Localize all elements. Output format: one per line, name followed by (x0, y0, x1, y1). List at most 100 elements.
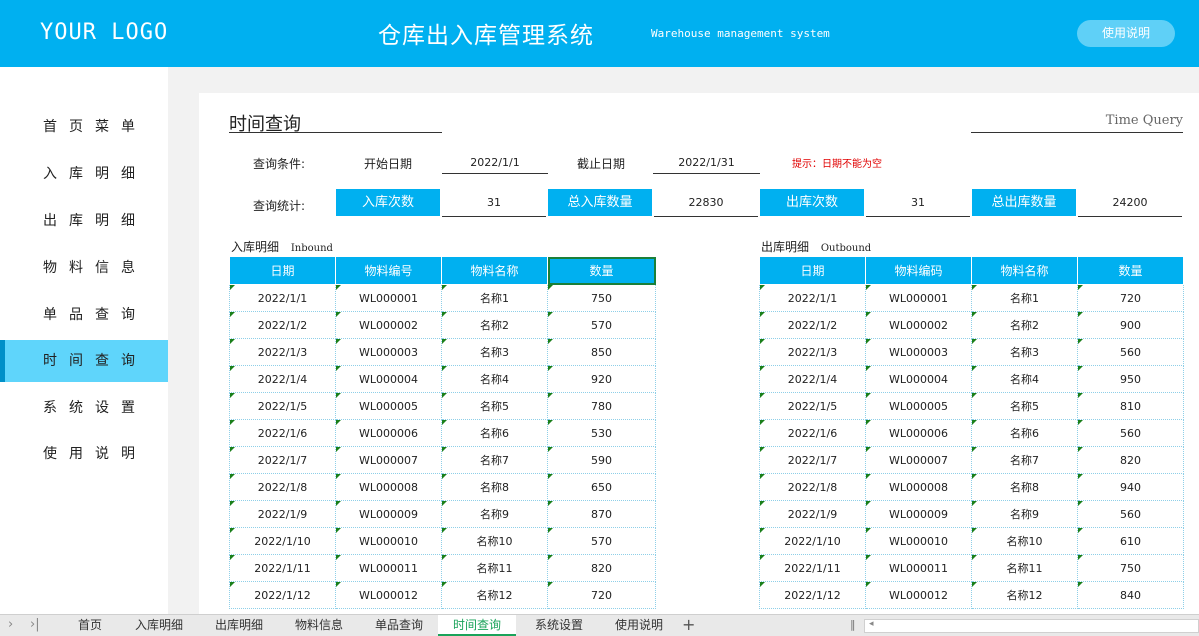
sidebar-item-outbound[interactable]: 出库明细 (0, 200, 168, 242)
cell-date[interactable]: 2022/1/5 (759, 392, 866, 420)
cell-qty[interactable]: 610 (1077, 527, 1184, 555)
cell-code[interactable]: WL000008 (865, 473, 972, 501)
cell-name[interactable]: 名称9 (971, 500, 1078, 528)
end-date-field[interactable]: 2022/1/31 (653, 153, 760, 174)
cell-qty[interactable]: 820 (547, 554, 656, 582)
cell-date[interactable]: 2022/1/3 (229, 338, 336, 366)
sidebar-item-help[interactable]: 使用说明 (0, 433, 168, 475)
cell-name[interactable]: 名称6 (971, 419, 1078, 447)
cell-name[interactable]: 名称5 (441, 392, 548, 420)
horizontal-scrollbar[interactable]: ◂ (864, 619, 1199, 633)
cell-code[interactable]: WL000005 (865, 392, 972, 420)
tab-home[interactable]: 首页 (64, 615, 116, 636)
cell-qty[interactable]: 810 (1077, 392, 1184, 420)
cell-qty[interactable]: 570 (547, 527, 656, 555)
cell-code[interactable]: WL000011 (865, 554, 972, 582)
sidebar-item-settings[interactable]: 系统设置 (0, 387, 168, 429)
tab-materials[interactable]: 物料信息 (284, 615, 354, 636)
help-button[interactable]: 使用说明 (1077, 20, 1175, 47)
column-header-qty[interactable]: 数量 (1077, 256, 1184, 285)
cell-name[interactable]: 名称4 (441, 365, 548, 393)
cell-date[interactable]: 2022/1/12 (229, 581, 336, 609)
cell-date[interactable]: 2022/1/4 (759, 365, 866, 393)
cell-name[interactable]: 名称7 (971, 446, 1078, 474)
cell-code[interactable]: WL000001 (335, 284, 442, 312)
sidebar-item-item-query[interactable]: 单品查询 (0, 294, 168, 336)
cell-date[interactable]: 2022/1/1 (759, 284, 866, 312)
cell-code[interactable]: WL000010 (335, 527, 442, 555)
cell-code[interactable]: WL000002 (865, 311, 972, 339)
cell-code[interactable]: WL000009 (335, 500, 442, 528)
cell-qty[interactable]: 650 (547, 473, 656, 501)
cell-date[interactable]: 2022/1/10 (229, 527, 336, 555)
cell-code[interactable]: WL000004 (865, 365, 972, 393)
cell-code[interactable]: WL000004 (335, 365, 442, 393)
cell-name[interactable]: 名称10 (441, 527, 548, 555)
cell-name[interactable]: 名称5 (971, 392, 1078, 420)
column-header-date[interactable]: 日期 (759, 256, 866, 285)
cell-date[interactable]: 2022/1/3 (759, 338, 866, 366)
cell-code[interactable]: WL000010 (865, 527, 972, 555)
cell-qty[interactable]: 560 (1077, 338, 1184, 366)
splitter-handle[interactable]: ‖ (850, 618, 856, 631)
column-header-qty[interactable]: 数量 (547, 256, 656, 285)
cell-name[interactable]: 名称3 (441, 338, 548, 366)
tab-item-query[interactable]: 单品查询 (364, 615, 434, 636)
cell-name[interactable]: 名称12 (971, 581, 1078, 609)
cell-date[interactable]: 2022/1/12 (759, 581, 866, 609)
cell-code[interactable]: WL000001 (865, 284, 972, 312)
tab-time-query[interactable]: 时间查询 (438, 615, 516, 636)
cell-code[interactable]: WL000002 (335, 311, 442, 339)
cell-qty[interactable]: 570 (547, 311, 656, 339)
cell-name[interactable]: 名称7 (441, 446, 548, 474)
start-date-field[interactable]: 2022/1/1 (442, 153, 548, 174)
cell-qty[interactable]: 720 (1077, 284, 1184, 312)
cell-name[interactable]: 名称8 (971, 473, 1078, 501)
cell-code[interactable]: WL000007 (335, 446, 442, 474)
cell-name[interactable]: 名称6 (441, 419, 548, 447)
tab-outbound[interactable]: 出库明细 (204, 615, 274, 636)
cell-name[interactable]: 名称11 (971, 554, 1078, 582)
cell-name[interactable]: 名称9 (441, 500, 548, 528)
tab-inbound[interactable]: 入库明细 (124, 615, 194, 636)
cell-date[interactable]: 2022/1/6 (229, 419, 336, 447)
column-header-name[interactable]: 物料名称 (441, 256, 548, 285)
cell-qty[interactable]: 950 (1077, 365, 1184, 393)
cell-code[interactable]: WL000012 (335, 581, 442, 609)
cell-qty[interactable]: 750 (547, 284, 656, 312)
cell-name[interactable]: 名称10 (971, 527, 1078, 555)
cell-date[interactable]: 2022/1/7 (229, 446, 336, 474)
chevron-right-icon[interactable]: › (8, 617, 13, 632)
sidebar-item-time-query[interactable]: 时间查询 (0, 340, 168, 382)
cell-date[interactable]: 2022/1/8 (229, 473, 336, 501)
cell-name[interactable]: 名称1 (971, 284, 1078, 312)
cell-qty[interactable]: 720 (547, 581, 656, 609)
cell-name[interactable]: 名称12 (441, 581, 548, 609)
cell-date[interactable]: 2022/1/7 (759, 446, 866, 474)
cell-qty[interactable]: 530 (547, 419, 656, 447)
cell-name[interactable]: 名称4 (971, 365, 1078, 393)
cell-name[interactable]: 名称1 (441, 284, 548, 312)
cell-date[interactable]: 2022/1/4 (229, 365, 336, 393)
cell-code[interactable]: WL000007 (865, 446, 972, 474)
cell-qty[interactable]: 850 (547, 338, 656, 366)
cell-code[interactable]: WL000012 (865, 581, 972, 609)
cell-date[interactable]: 2022/1/11 (759, 554, 866, 582)
sidebar-item-materials[interactable]: 物料信息 (0, 247, 168, 289)
column-header-code[interactable]: 物料编码 (865, 256, 972, 285)
cell-date[interactable]: 2022/1/9 (759, 500, 866, 528)
cell-qty[interactable]: 920 (547, 365, 656, 393)
cell-date[interactable]: 2022/1/10 (759, 527, 866, 555)
cell-date[interactable]: 2022/1/8 (759, 473, 866, 501)
cell-code[interactable]: WL000003 (335, 338, 442, 366)
tab-help[interactable]: 使用说明 (604, 615, 674, 636)
cell-date[interactable]: 2022/1/9 (229, 500, 336, 528)
cell-qty[interactable]: 560 (1077, 500, 1184, 528)
plus-icon[interactable]: + (682, 615, 695, 634)
scroll-left-icon[interactable]: ◂ (869, 619, 874, 629)
cell-code[interactable]: WL000009 (865, 500, 972, 528)
cell-qty[interactable]: 870 (547, 500, 656, 528)
cell-name[interactable]: 名称11 (441, 554, 548, 582)
cell-qty[interactable]: 900 (1077, 311, 1184, 339)
cell-date[interactable]: 2022/1/1 (229, 284, 336, 312)
